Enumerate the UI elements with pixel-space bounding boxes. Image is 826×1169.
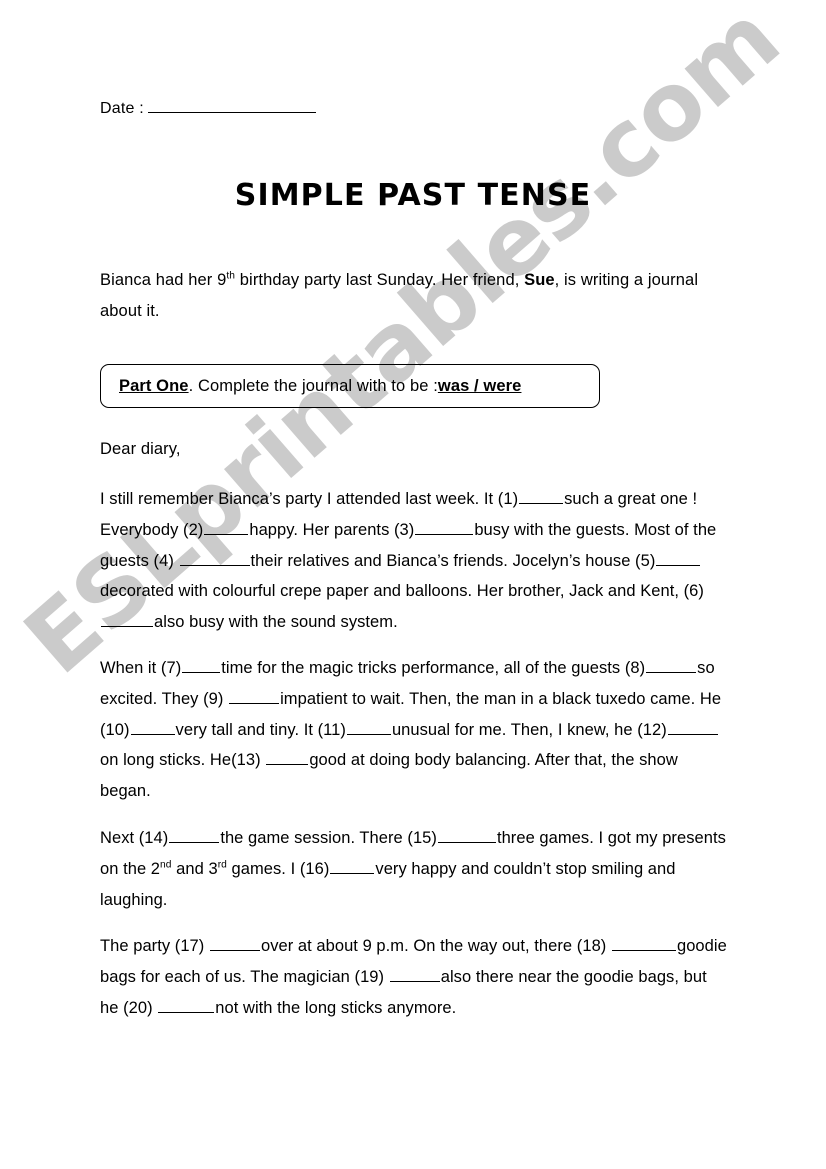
paragraph-text: The party (17) bbox=[100, 937, 209, 955]
paragraph-text: and 3 bbox=[171, 859, 218, 878]
intro-ordinal-suffix: th bbox=[226, 270, 236, 282]
paragraph-text: over at about 9 p.m. On the way out, the… bbox=[260, 937, 611, 955]
answer-blank[interactable] bbox=[667, 722, 718, 735]
answer-blank[interactable] bbox=[656, 553, 701, 566]
answer-blank[interactable] bbox=[346, 722, 391, 735]
answer-blank[interactable] bbox=[437, 830, 496, 843]
journal-paragraph-4: The party (17) over at about 9 p.m. On t… bbox=[100, 931, 728, 1023]
paragraph-text: not with the long sticks anymore. bbox=[215, 998, 457, 1017]
date-label: Date : bbox=[100, 100, 144, 117]
paragraph-text: also busy with the sound system. bbox=[154, 613, 398, 632]
paragraph-text: happy. Her parents (3) bbox=[249, 520, 415, 539]
answer-blank[interactable] bbox=[229, 691, 280, 704]
instruction-middle-text: . Complete the journal with to be : bbox=[188, 376, 438, 395]
answer-blank[interactable] bbox=[519, 491, 564, 504]
worksheet-page: ESLprintables.com Date : SIMPLE PAST TEN… bbox=[0, 0, 826, 1169]
intro-after-ordinal: birthday party last Sunday. Her friend, bbox=[235, 271, 525, 289]
paragraph-text: their relatives and Bianca’s friends. Jo… bbox=[250, 551, 656, 570]
answer-blank[interactable] bbox=[209, 938, 260, 951]
answer-blank[interactable] bbox=[179, 553, 250, 566]
paragraph-text: games. I (16) bbox=[226, 859, 330, 878]
date-blank-rule[interactable] bbox=[147, 101, 316, 113]
answer-blank[interactable] bbox=[182, 660, 221, 673]
answer-blank[interactable] bbox=[130, 722, 175, 735]
paragraph-text: the game session. There (15) bbox=[220, 829, 437, 847]
journal-paragraph-3: Next (14) the game session. There (15) thr… bbox=[100, 823, 728, 915]
ordinal-suffix: nd bbox=[160, 859, 172, 871]
paragraph-text: on long sticks. He(13) bbox=[100, 751, 266, 770]
instruction-box: Part One. Complete the journal with to b… bbox=[100, 364, 600, 408]
journal-salutation: Dear diary, bbox=[100, 440, 181, 458]
answer-blank[interactable] bbox=[101, 614, 153, 628]
paragraph-text: Next (14) bbox=[100, 829, 169, 847]
journal-paragraph-2: When it (7) time for the magic tricks per… bbox=[100, 653, 728, 807]
instruction-part-label: Part One bbox=[119, 376, 189, 395]
answer-blank[interactable] bbox=[204, 522, 249, 535]
answer-blank[interactable] bbox=[158, 1000, 215, 1013]
intro-friend-name: Sue bbox=[524, 271, 555, 289]
paragraph-text: When it (7) bbox=[100, 659, 182, 677]
paragraph-text: very tall and tiny. It (11) bbox=[175, 720, 346, 739]
instruction-answer-options: was / were bbox=[437, 376, 522, 395]
answer-blank[interactable] bbox=[646, 660, 697, 673]
answer-blank[interactable] bbox=[330, 861, 375, 874]
answer-blank[interactable] bbox=[611, 938, 676, 951]
paragraph-text: time for the magic tricks performance, a… bbox=[221, 659, 646, 677]
intro-before-ordinal: Bianca had her 9 bbox=[100, 271, 227, 289]
page-title: SIMPLE PAST TENSE bbox=[234, 178, 592, 213]
date-field[interactable]: Date : bbox=[100, 100, 316, 118]
ordinal-suffix: rd bbox=[217, 859, 227, 871]
journal-paragraph-1: I still remember Bianca’s party I attend… bbox=[100, 484, 728, 638]
answer-blank[interactable] bbox=[389, 969, 440, 982]
answer-blank[interactable] bbox=[169, 830, 220, 843]
paragraph-text: decorated with colourful crepe paper and… bbox=[100, 582, 704, 601]
intro-paragraph: Bianca had her 9th birthday party last S… bbox=[100, 265, 730, 327]
answer-blank[interactable] bbox=[266, 752, 309, 766]
paragraph-text: I still remember Bianca’s party I attend… bbox=[100, 490, 519, 508]
answer-blank[interactable] bbox=[415, 522, 474, 535]
paragraph-text: unusual for me. Then, I knew, he (12) bbox=[391, 720, 667, 739]
